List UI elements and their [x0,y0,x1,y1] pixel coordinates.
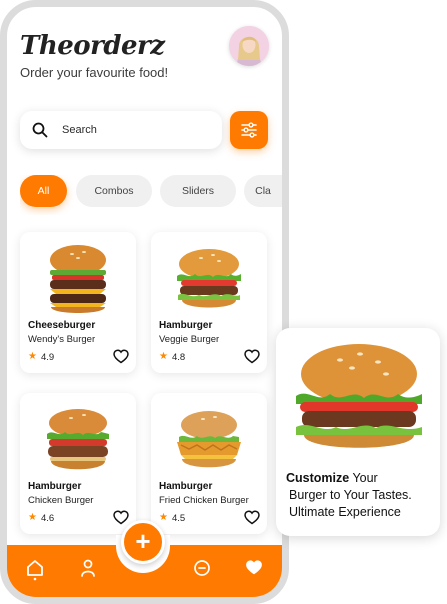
favorite-heart-icon[interactable] [244,510,260,525]
add-button[interactable]: + [121,520,165,564]
category-chips: All Combos Sliders Cla [20,175,282,215]
filter-button[interactable] [230,111,268,149]
chicken-burger-image [47,409,109,470]
product-card[interactable]: Hamburger Veggie Burger ★ 4.8 [151,232,267,373]
product-rating: 4.9 [41,352,55,363]
veggie-burger-image [177,249,241,308]
favorite-heart-icon[interactable] [244,349,260,364]
star-icon: ★ [159,351,168,362]
product-card[interactable]: Hamburger Chicken Burger ★ 4.6 [20,393,136,534]
chip-classic[interactable]: Cla [244,175,282,207]
product-name: Hamburger [28,481,82,492]
product-name: Hamburger [159,320,213,331]
promo-card: Customize Your Burger to Your Tastes. Ul… [276,328,440,536]
product-restaurant: Veggie Burger [159,334,220,345]
product-card[interactable]: Hamburger Fried Chicken Burger ★ 4.5 [151,393,267,534]
promo-line-3: Ultimate Experience [289,505,401,519]
heart-icon[interactable] [245,559,263,576]
product-restaurant: Chicken Burger [28,495,94,506]
cheeseburger-image [50,245,106,313]
chip-all[interactable]: All [20,175,67,207]
search-icon [32,122,48,138]
app-screen: Theorderz Order your favourite food! Sea… [7,7,282,597]
fried-chicken-burger-image [177,411,241,468]
product-name: Cheeseburger [28,320,96,331]
search-bar[interactable] [20,111,222,149]
promo-line-2: Burger to Your Tastes. [289,488,412,502]
home-icon[interactable] [26,559,44,581]
favorite-heart-icon[interactable] [113,510,129,525]
chip-sliders[interactable]: Sliders [160,175,236,207]
product-rating: 4.8 [172,352,186,363]
promo-line-1: Customize Your [286,471,378,485]
star-icon: ★ [28,512,37,523]
search-input[interactable] [62,119,212,141]
product-rating: 4.6 [41,513,55,524]
sliders-icon [241,122,257,138]
chat-icon[interactable] [193,559,211,577]
star-icon: ★ [28,351,37,362]
product-restaurant: Wendy's Burger [28,334,96,345]
phone-frame: Theorderz Order your favourite food! Sea… [0,0,289,604]
profile-icon[interactable] [80,559,96,577]
product-card[interactable]: Cheeseburger Wendy's Burger ★ 4.9 [20,232,136,373]
product-restaurant: Fried Chicken Burger [159,495,249,506]
app-subtitle: Order your favourite food! [20,65,169,80]
product-name: Hamburger [159,481,213,492]
app-title: Theorderz [20,31,165,61]
star-icon: ★ [159,512,168,523]
chip-combos[interactable]: Combos [76,175,152,207]
favorite-heart-icon[interactable] [113,349,129,364]
custom-burger-image [296,344,422,448]
avatar[interactable] [229,26,269,66]
product-rating: 4.5 [172,513,186,524]
